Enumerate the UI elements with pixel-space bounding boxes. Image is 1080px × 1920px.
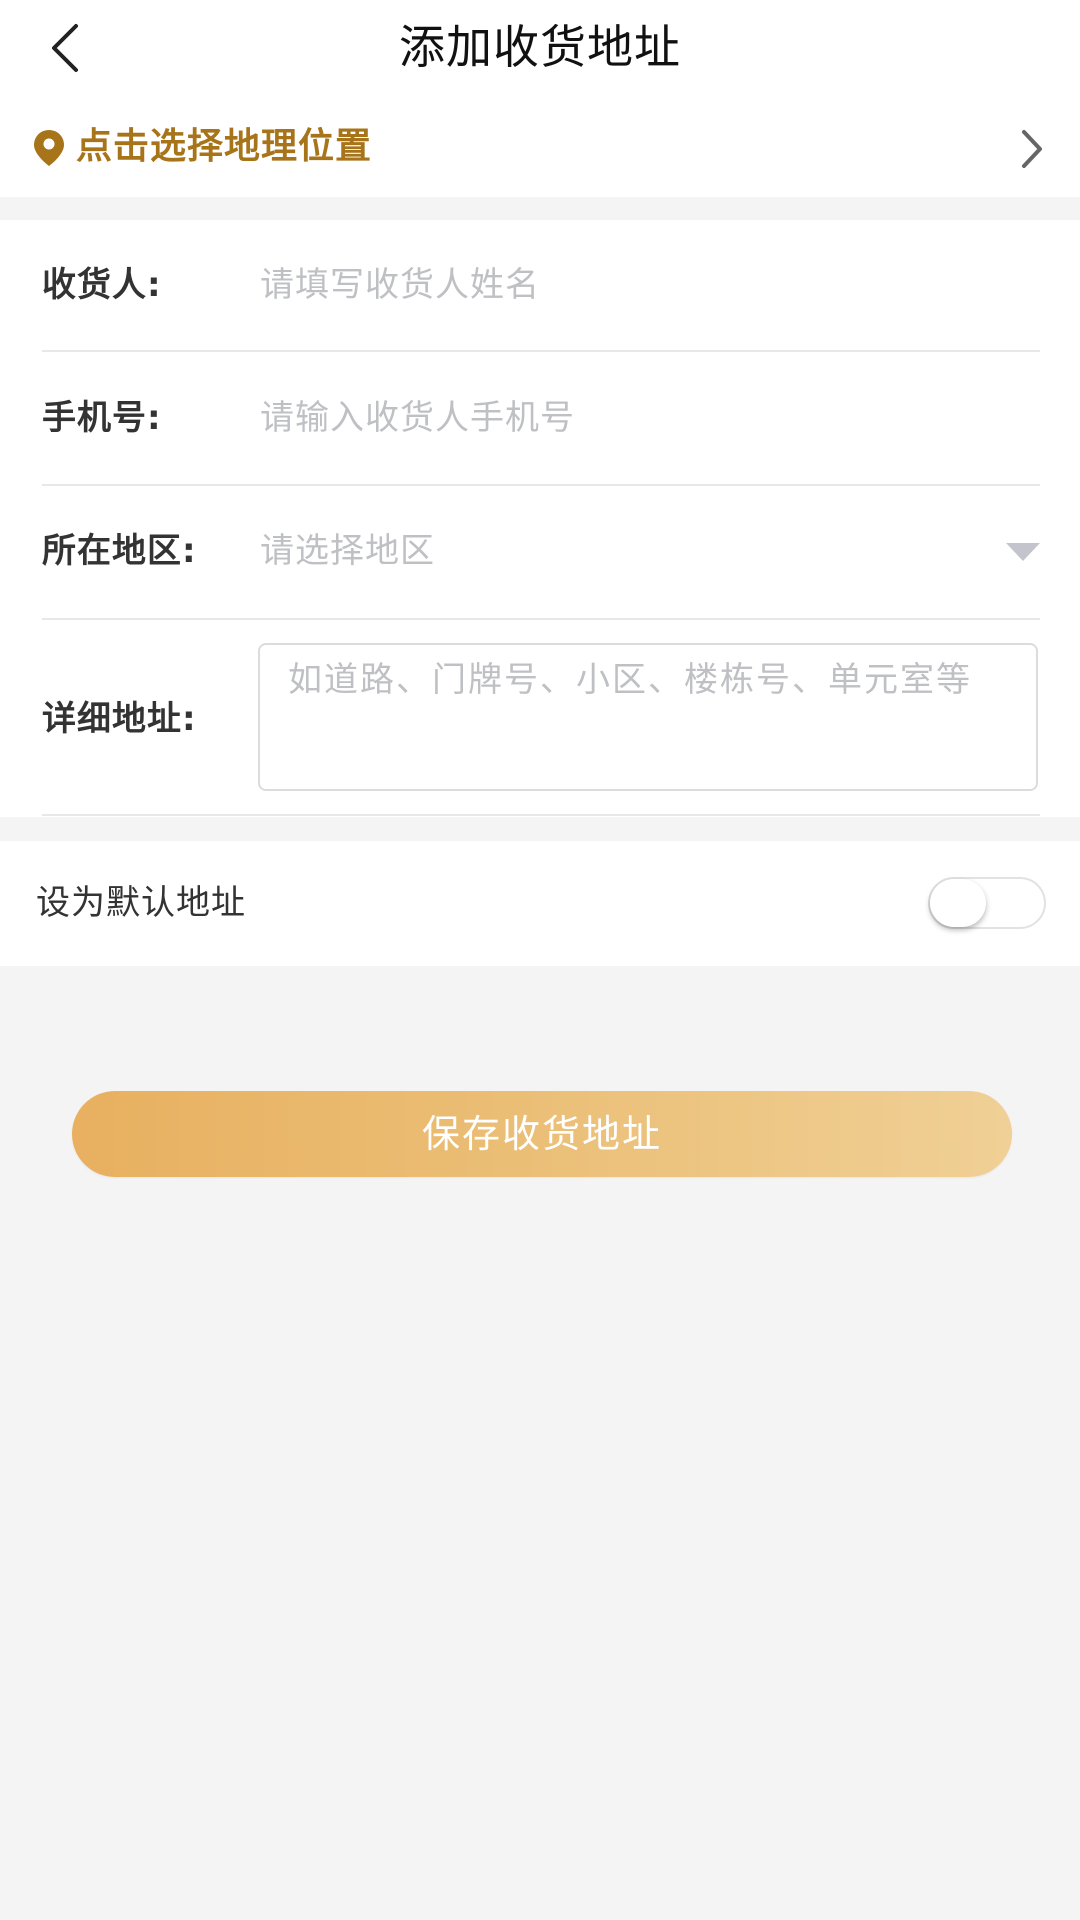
- region-label: 所在地区:: [42, 531, 197, 571]
- consignee-input[interactable]: 请填写收货人姓名: [260, 263, 540, 307]
- region-row[interactable]: 所在地区: 请选择地区: [42, 486, 1040, 620]
- phone-input[interactable]: 请输入收货人手机号: [260, 396, 575, 440]
- header-bar: 添加收货地址: [0, 0, 1080, 95]
- toggle-knob: [930, 879, 986, 927]
- location-picker-row[interactable]: 点击选择地理位置: [0, 95, 1080, 197]
- map-pin-icon: [34, 130, 64, 166]
- address-placeholder: 如道路、门牌号、小区、楼栋号、单元室等: [288, 660, 972, 700]
- default-address-label: 设为默认地址: [36, 883, 246, 923]
- caret-down-icon[interactable]: [1006, 541, 1040, 563]
- location-picker-label: 点击选择地理位置: [76, 126, 373, 167]
- save-address-label: 保存收货地址: [421, 1112, 662, 1156]
- chevron-right-icon[interactable]: [1016, 128, 1046, 170]
- page-title: 添加收货地址: [399, 20, 681, 74]
- default-address-row: 设为默认地址: [0, 841, 1080, 966]
- address-label: 详细地址:: [42, 699, 197, 739]
- phone-label: 手机号:: [42, 398, 162, 438]
- address-textarea[interactable]: 如道路、门牌号、小区、楼栋号、单元室等: [258, 643, 1038, 791]
- consignee-row: 收货人: 请填写收货人姓名: [42, 220, 1040, 352]
- region-select[interactable]: 请选择地区: [260, 529, 435, 573]
- consignee-label: 收货人:: [42, 265, 162, 305]
- save-address-button[interactable]: 保存收货地址: [72, 1091, 1012, 1177]
- phone-row: 手机号: 请输入收货人手机号: [42, 352, 1040, 486]
- default-address-toggle[interactable]: [928, 877, 1046, 929]
